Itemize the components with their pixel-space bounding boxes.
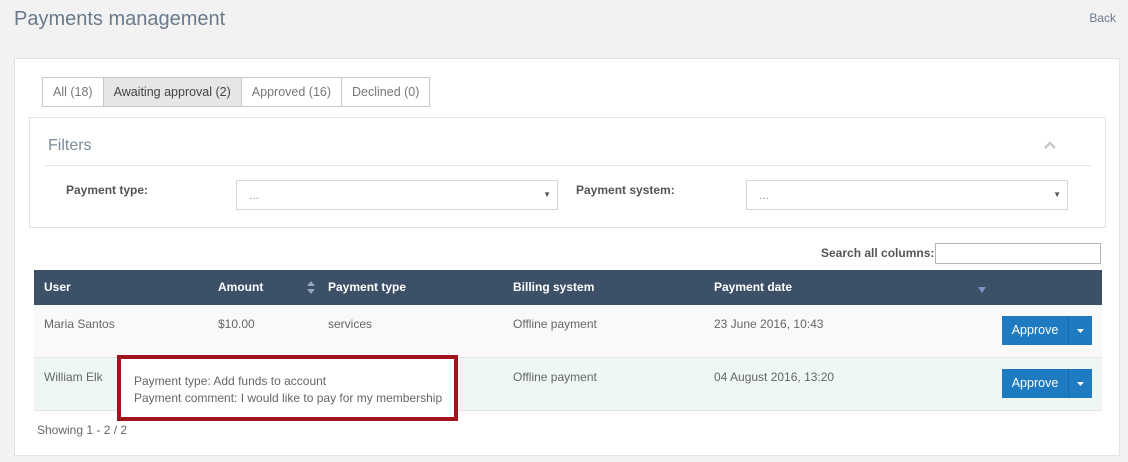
back-link[interactable]: Back [1089, 11, 1116, 25]
approve-button[interactable]: Approve [1002, 369, 1069, 398]
payment-system-value: ... [759, 188, 770, 202]
cell-payment-date: 04 August 2016, 13:20 [714, 370, 835, 384]
column-header-payment-date[interactable]: Payment date [714, 270, 792, 305]
sort-desc-icon[interactable] [977, 285, 987, 299]
caret-down-icon [1077, 381, 1084, 386]
column-header-billing-system[interactable]: Billing system [513, 270, 594, 305]
payment-type-value: ... [249, 188, 260, 202]
tooltip-payment-comment: Payment comment: I would like to pay for… [134, 391, 443, 405]
filters-title: Filters [48, 137, 92, 154]
sort-both-icon[interactable] [306, 281, 316, 295]
cell-payment-date: 23 June 2016, 10:43 [714, 317, 824, 331]
approve-dropdown-toggle[interactable] [1069, 369, 1092, 398]
caret-down-icon: ▼ [1053, 190, 1061, 199]
tab-all[interactable]: All (18) [42, 77, 104, 107]
tab-declined[interactable]: Declined (0) [341, 77, 431, 107]
payment-details-tooltip: Payment type: Add funds to account Payme… [117, 355, 458, 421]
table-header: User Amount Payment type Billing system … [34, 270, 1102, 305]
cell-user: William Elk [44, 370, 103, 384]
approve-button-group: Approve [1002, 369, 1092, 398]
page-title: Payments management [14, 8, 226, 30]
cell-amount: $10.00 [218, 317, 255, 331]
approve-button[interactable]: Approve [1002, 316, 1069, 345]
caret-down-icon: ▼ [543, 190, 551, 199]
cell-billing-system: Offline payment [513, 317, 597, 331]
pagination-info: Showing 1 - 2 / 2 [37, 423, 128, 437]
chevron-up-icon[interactable] [1043, 138, 1057, 152]
table-row: Maria Santos $10.00 services Offline pay… [34, 305, 1102, 358]
tab-awaiting-approval[interactable]: Awaiting approval (2) [102, 77, 242, 107]
tooltip-payment-type: Payment type: Add funds to account [134, 374, 327, 388]
search-input[interactable] [935, 243, 1101, 264]
column-header-amount[interactable]: Amount [218, 270, 263, 305]
cell-user: Maria Santos [44, 317, 115, 331]
filters-panel: Filters Payment type: ... ▼ Payment syst… [29, 117, 1106, 228]
caret-down-icon [1077, 328, 1084, 333]
tab-approved[interactable]: Approved (16) [240, 77, 343, 107]
cell-billing-system: Offline payment [513, 370, 597, 384]
payment-system-label: Payment system: [576, 183, 675, 197]
search-label: Search all columns: [821, 246, 935, 260]
payment-type-label: Payment type: [66, 183, 149, 197]
status-tabs: All (18) Awaiting approval (2) Approved … [42, 77, 431, 107]
payment-type-select[interactable]: ... ▼ [236, 180, 558, 210]
column-header-user[interactable]: User [44, 270, 71, 305]
cell-payment-type: services [328, 317, 373, 331]
approve-button-group: Approve [1002, 316, 1092, 345]
payment-system-select[interactable]: ... ▼ [746, 180, 1068, 210]
approve-dropdown-toggle[interactable] [1069, 316, 1092, 345]
filters-divider [45, 165, 1091, 166]
column-header-payment-type[interactable]: Payment type [328, 270, 406, 305]
